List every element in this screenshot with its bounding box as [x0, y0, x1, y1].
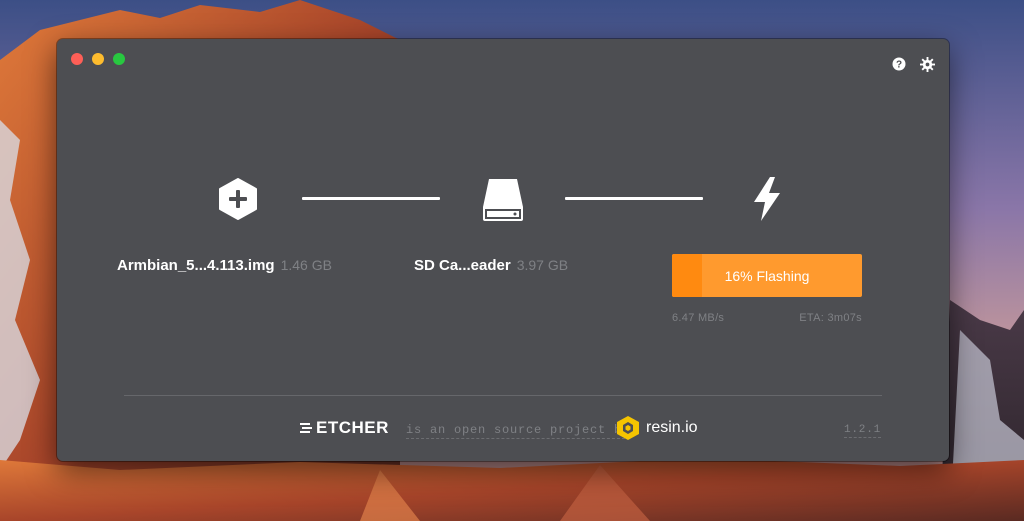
flash-step [751, 176, 783, 227]
footer-tagline[interactable]: is an open source project by [406, 423, 631, 439]
select-drive-button[interactable] [481, 177, 525, 228]
step-connector-2 [565, 197, 703, 200]
image-name: Armbian_5...4.113.img [117, 257, 275, 274]
resin-brand: resin.io [646, 419, 698, 436]
flash-eta: ETA: 3m07s [799, 312, 862, 324]
etcher-speed-lines-icon [300, 423, 312, 433]
etcher-window: ? Armbian_5...4.113.img 1.46 GB SD Ca...… [57, 39, 949, 461]
window-controls [71, 53, 125, 65]
settings-gear-icon[interactable] [920, 57, 935, 72]
flash-speed: 6.47 MB/s [672, 312, 725, 324]
sd-card-drive-icon [483, 179, 523, 221]
drive-selection[interactable]: SD Ca...eader 3.97 GB [414, 257, 568, 274]
plus-hexagon-icon [219, 178, 257, 220]
resin-cube-icon [617, 416, 639, 440]
app-version[interactable]: 1.2.1 [843, 424, 881, 438]
footer-divider [124, 395, 882, 396]
minimize-window-button[interactable] [92, 53, 104, 65]
image-size: 1.46 GB [280, 257, 332, 273]
drive-size: 3.97 GB [516, 257, 569, 273]
lightning-bolt-icon [754, 177, 780, 221]
footer: ETCHER is an open source project by resi… [57, 415, 949, 445]
top-toolbar: ? [892, 57, 935, 72]
svg-text:?: ? [896, 60, 902, 71]
maximize-window-button[interactable] [113, 53, 125, 65]
help-icon[interactable]: ? [892, 57, 906, 72]
flash-progress-button[interactable]: 16% Flashing [672, 254, 862, 297]
desktop: ? Armbian_5...4.113.img 1.46 GB SD Ca...… [0, 0, 1024, 521]
select-image-button[interactable] [216, 177, 260, 226]
step-connector-1 [302, 197, 440, 200]
image-selection[interactable]: Armbian_5...4.113.img 1.46 GB [117, 257, 332, 274]
etcher-logo[interactable]: ETCHER [300, 418, 389, 438]
resin-logo[interactable]: resin.io [616, 415, 698, 441]
etcher-brand: ETCHER [316, 418, 389, 437]
drive-name: SD Ca...eader [414, 257, 511, 274]
close-window-button[interactable] [71, 53, 83, 65]
flash-progress-label: 16% Flashing [724, 267, 810, 284]
